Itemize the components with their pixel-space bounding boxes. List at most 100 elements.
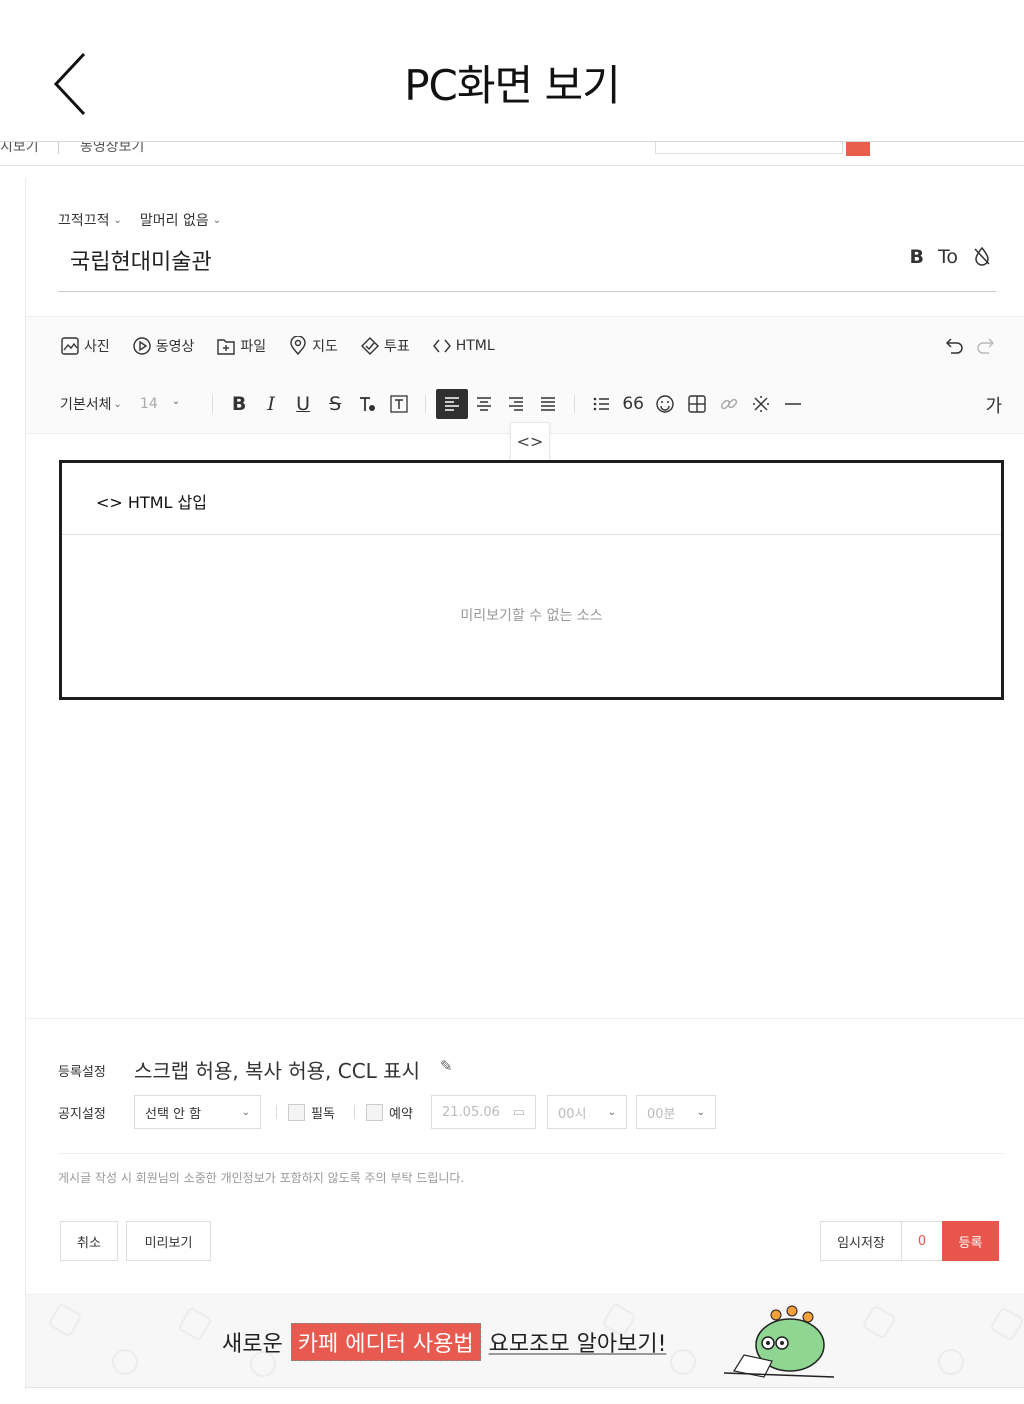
divider: [354, 1105, 355, 1119]
must-read-checkbox[interactable]: 필독: [288, 1103, 335, 1122]
insert-vote-button[interactable]: 투표: [360, 336, 410, 356]
submit-button[interactable]: 등록: [942, 1221, 999, 1261]
redo-icon[interactable]: [976, 335, 998, 357]
banner-text-after: 요모조모 알아보기!: [488, 1332, 667, 1357]
align-justify-icon[interactable]: [532, 389, 564, 419]
banner-highlight: 카페 에디터 사용법: [290, 1323, 481, 1361]
title-row: 국립현대미술관 B To: [58, 242, 996, 292]
divider: [425, 395, 427, 413]
divider: [58, 142, 59, 154]
notice-select[interactable]: 선택 안 함 ⌄: [134, 1095, 261, 1129]
calendar-icon: ▭: [512, 1104, 525, 1120]
hour-select[interactable]: 00시 ⌄: [547, 1095, 627, 1129]
html-insert-block[interactable]: <> HTML 삽입 미리보기할 수 없는 소스: [59, 460, 1004, 700]
dinosaur-mascot-icon: [724, 1305, 835, 1378]
insert-toolbar: 사진 동영상 파일 지도 투표 HTML: [26, 316, 1024, 374]
insert-file-button[interactable]: 파일: [216, 336, 266, 356]
date-value: 21.05.06: [442, 1104, 500, 1120]
file-label: 파일: [240, 339, 267, 355]
title-bold-button[interactable]: B: [910, 246, 924, 271]
html-block-header: <> HTML 삽입: [62, 463, 1001, 535]
title-text-style-button[interactable]: To: [938, 246, 958, 271]
bold-button[interactable]: B: [223, 389, 255, 419]
bullet-list-icon[interactable]: [585, 389, 617, 419]
link-icon[interactable]: [713, 389, 745, 419]
decor-icon: [665, 1344, 701, 1380]
divider: [58, 1153, 1004, 1154]
horizontal-line-icon[interactable]: [777, 389, 809, 419]
search-icon[interactable]: [846, 142, 870, 156]
hour-value: 00시: [558, 1106, 587, 1122]
divider: [574, 395, 576, 413]
title-input[interactable]: 국립현대미술관: [70, 244, 212, 276]
font-size-select[interactable]: 14 ⌄: [140, 396, 180, 412]
special-char-icon[interactable]: [745, 389, 777, 419]
page-title: PC화면 보기: [404, 61, 621, 110]
photo-label: 사진: [84, 339, 110, 355]
divider: [276, 1105, 277, 1119]
table-icon[interactable]: [681, 389, 713, 419]
chevron-down-icon: ⌄: [113, 214, 122, 226]
pencil-icon[interactable]: ✎: [440, 1057, 453, 1075]
align-center-icon[interactable]: [468, 389, 500, 419]
title-tools: B To: [910, 246, 993, 271]
post-settings: 등록설정 스크랩 허용, 복사 허용, CCL 표시 ✎ 공지설정 선택 안 함…: [26, 1018, 1024, 1294]
editor-guide-banner[interactable]: 새로운 카페 에디터 사용법 요모조모 알아보기!: [26, 1294, 1024, 1388]
emoji-icon[interactable]: [649, 389, 681, 419]
align-left-icon[interactable]: [436, 389, 469, 419]
category-bar: 끄적끄적 ⌄ 말머리 없음 ⌄: [58, 210, 221, 230]
vote-label: 투표: [383, 339, 410, 355]
decor-icon: [861, 1304, 897, 1340]
temp-save-button[interactable]: 임시저장: [820, 1221, 902, 1261]
temp-save-count[interactable]: 0: [902, 1221, 942, 1261]
underline-button[interactable]: U: [287, 389, 319, 419]
font-family-select[interactable]: 기본서체 ⌄: [60, 394, 122, 414]
insert-video-button[interactable]: 동영상: [132, 336, 194, 356]
background-color-icon[interactable]: [383, 389, 415, 419]
decor-icon: [47, 1302, 83, 1338]
insert-map-button[interactable]: 지도: [288, 336, 338, 356]
photo-icon: [61, 337, 79, 355]
insert-html-button[interactable]: HTML: [432, 336, 495, 356]
decor-icon: [177, 1306, 213, 1342]
banner-text-before: 새로운: [222, 1332, 283, 1357]
privacy-notice: 게시글 작성 시 회원님의 소중한 개인정보가 포함하지 않도록 주의 부탁 드…: [58, 1171, 465, 1185]
strip-left-text: 지보기: [0, 142, 39, 155]
checkbox-box: [288, 1104, 305, 1121]
search-input[interactable]: [655, 142, 843, 154]
vote-icon: [360, 337, 379, 355]
decor-icon: [107, 1344, 143, 1380]
register-settings-value: 스크랩 허용, 복사 허용, CCL 표시: [134, 1059, 420, 1083]
code-icon: [432, 339, 451, 353]
date-input[interactable]: 21.05.06 ▭: [431, 1095, 536, 1129]
spellcheck-button[interactable]: 가: [985, 392, 1002, 418]
cutoff-menu-strip: 지보기 동영상보기: [0, 142, 1024, 166]
video-icon: [133, 337, 151, 355]
category-dropdown[interactable]: 끄적끄적 ⌄: [58, 210, 122, 230]
prefix-dropdown[interactable]: 말머리 없음 ⌄: [140, 210, 221, 230]
must-read-label: 필독: [311, 1107, 335, 1122]
banner-text: 새로운 카페 에디터 사용법 요모조모 알아보기!: [222, 1323, 666, 1361]
map-label: 지도: [312, 339, 338, 355]
cancel-button[interactable]: 취소: [60, 1221, 118, 1261]
title-color-reset-icon[interactable]: [972, 246, 992, 271]
font-size-label: 14: [139, 396, 158, 412]
chevron-down-icon: ⌄: [212, 214, 222, 226]
align-right-icon[interactable]: [500, 389, 532, 419]
strip-middle-text: 동영상보기: [80, 142, 145, 155]
text-color-icon[interactable]: [351, 389, 383, 419]
preview-button[interactable]: 미리보기: [126, 1221, 211, 1261]
checkbox-box: [366, 1104, 383, 1121]
quote-button[interactable]: 66: [617, 389, 649, 419]
html-tooltip: <>: [510, 422, 550, 469]
reserve-checkbox[interactable]: 예약: [366, 1103, 413, 1122]
notice-settings-label: 공지설정: [58, 1107, 106, 1122]
category-label: 끄적끄적: [58, 213, 110, 229]
chevron-down-icon: ⌄: [171, 396, 181, 407]
strikethrough-button[interactable]: S: [319, 389, 351, 419]
editor: 끄적끄적 ⌄ 말머리 없음 ⌄ 국립현대미술관 B To 사진 동영상 파일 지…: [25, 178, 1024, 1390]
insert-photo-button[interactable]: 사진: [60, 336, 110, 356]
undo-icon[interactable]: [942, 335, 964, 357]
italic-button[interactable]: I: [255, 389, 287, 419]
minute-select[interactable]: 00분 ⌄: [636, 1095, 716, 1129]
